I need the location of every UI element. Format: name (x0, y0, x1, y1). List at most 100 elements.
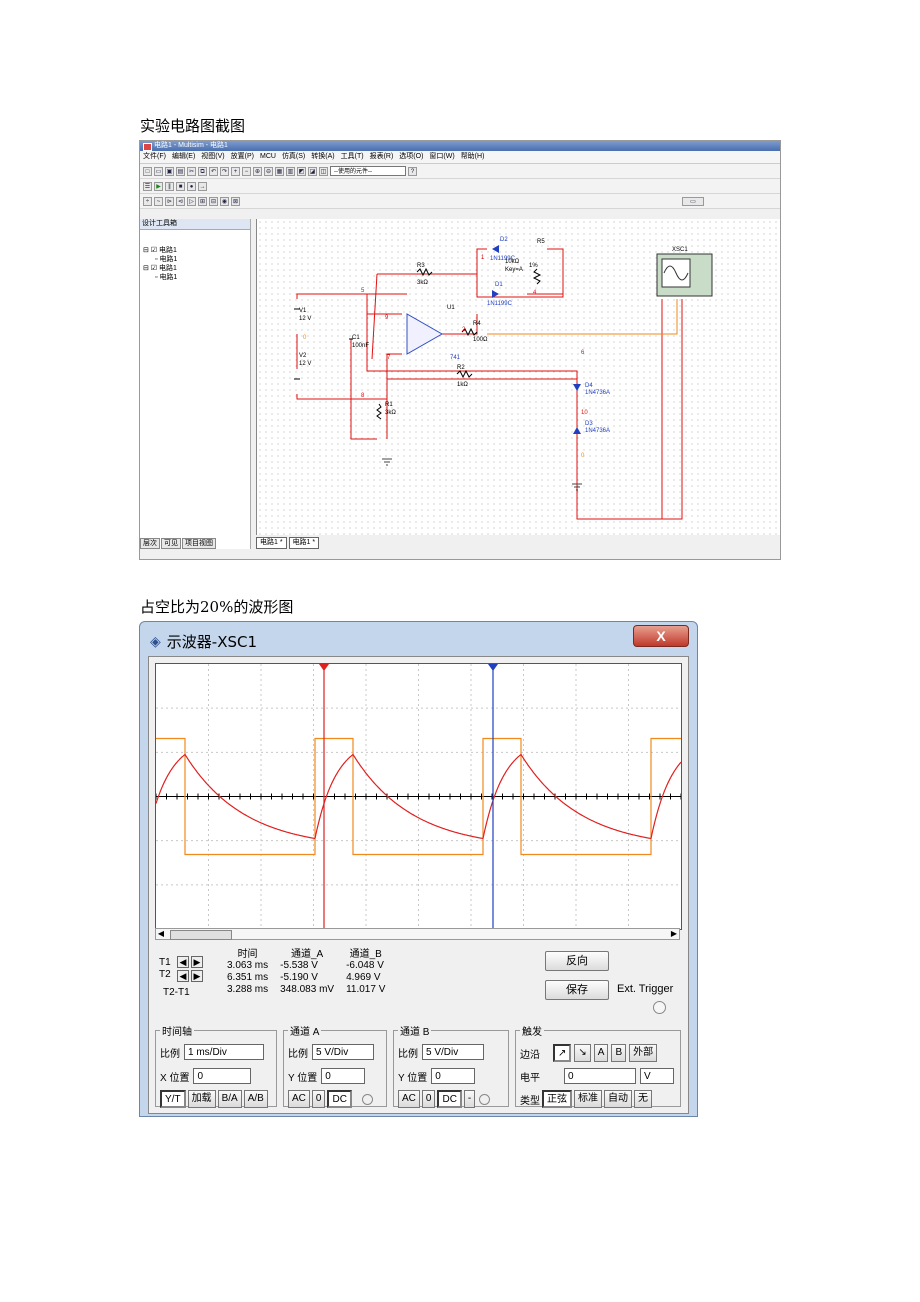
menu-item[interactable]: 放置(P) (231, 151, 254, 163)
trigger-a-button[interactable]: A (593, 1044, 609, 1062)
close-button[interactable]: X (633, 625, 689, 647)
scope-screen[interactable] (155, 663, 682, 930)
save-button[interactable]: 保存 (545, 980, 609, 1000)
component-icon[interactable]: ◫ (319, 166, 328, 176)
menu-item[interactable]: 文件(F) (143, 151, 166, 163)
tree-item-child[interactable]: ▫ 电路1 (143, 255, 250, 264)
menu-item[interactable]: 帮助(H) (461, 151, 485, 163)
zoom-out-icon[interactable]: − (242, 166, 251, 176)
open-icon[interactable]: ▭ (154, 166, 163, 176)
menu-item[interactable]: 视图(V) (201, 151, 224, 163)
x-position-field[interactable]: 0 (193, 1068, 252, 1084)
run-icon[interactable]: ▶ (154, 181, 163, 191)
scope-xsc1[interactable] (656, 253, 713, 297)
cut-icon[interactable]: ✂ (187, 166, 196, 176)
tree-item-root-2[interactable]: ⊟ ☑ 电路1 (143, 264, 250, 273)
grid-icon[interactable]: ▦ (275, 166, 284, 176)
analog-icon[interactable]: ▷ (187, 196, 196, 206)
menu-item[interactable]: 报表(R) (370, 151, 394, 163)
channel-b-zero-button[interactable]: 0 (421, 1090, 436, 1108)
spreadsheet-icon[interactable]: ▥ (286, 166, 295, 176)
channel-b-terminal-icon[interactable] (479, 1093, 491, 1105)
channel-a-ac-button[interactable]: AC (288, 1090, 310, 1108)
undo-icon[interactable]: ↶ (209, 166, 218, 176)
trigger-b-button[interactable]: B (611, 1044, 627, 1062)
channel-b-minus-button[interactable]: - (463, 1090, 476, 1108)
tab-circuit-1[interactable]: 电路1 * (256, 537, 287, 549)
reverse-button[interactable]: 反向 (545, 951, 609, 971)
zoom-area-icon[interactable]: ⊕ (253, 166, 262, 176)
save-icon[interactable]: ▣ (165, 166, 174, 176)
channel-b-dc-button[interactable]: DC (437, 1090, 462, 1108)
t1-right-button[interactable]: ▶ (191, 956, 203, 968)
trigger-level-field[interactable]: 0 (564, 1068, 636, 1084)
print-icon[interactable]: ▤ (176, 166, 185, 176)
postprocessor-icon[interactable]: ◪ (308, 166, 317, 176)
trigger-none-button[interactable]: 无 (634, 1090, 652, 1108)
menu-item[interactable]: 转换(A) (311, 151, 334, 163)
redo-icon[interactable]: ↷ (220, 166, 229, 176)
tab-visibility[interactable]: 可见 (161, 538, 181, 549)
channel-b-ypos-field[interactable]: 0 (431, 1068, 476, 1084)
opamp-symbol[interactable] (406, 313, 444, 355)
menu-item[interactable]: MCU (260, 151, 276, 163)
cmos-icon[interactable]: ⊟ (209, 196, 218, 206)
tab-project-view[interactable]: 项目视图 (182, 538, 216, 549)
instrument-icon[interactable]: ▭ (682, 196, 704, 206)
tree-item-child-2[interactable]: ▫ 电路1 (143, 273, 250, 282)
menu-item[interactable]: 选项(O) (399, 151, 423, 163)
component-combo[interactable]: --使用的元件-- (330, 166, 406, 176)
source-icon[interactable]: ÷ (143, 196, 152, 206)
t1-left-button[interactable]: ◀ (177, 956, 189, 968)
channel-a-zero-button[interactable]: 0 (311, 1090, 326, 1108)
trigger-external-button[interactable]: 外部 (629, 1044, 658, 1062)
ext-trigger-terminal[interactable] (653, 1001, 666, 1014)
scroll-left-icon[interactable]: ◀ (156, 929, 166, 939)
copy-icon[interactable]: ⧉ (198, 166, 207, 176)
t2-right-button[interactable]: ▶ (191, 970, 203, 982)
stop-icon[interactable]: ■ (176, 181, 185, 191)
trigger-level-unit[interactable]: V (640, 1068, 674, 1084)
mode-ab-button[interactable]: A/B (243, 1090, 268, 1108)
r2-symbol[interactable] (456, 369, 473, 379)
r1-symbol[interactable] (376, 403, 382, 420)
menu-item[interactable]: 窗口(W) (429, 151, 454, 163)
misc-icon[interactable]: ⊠ (231, 196, 240, 206)
menu-item[interactable]: 编辑(E) (172, 151, 195, 163)
timebase-scale-field[interactable]: 1 ms/Div (184, 1044, 264, 1060)
t2-left-button[interactable]: ◀ (177, 970, 189, 982)
transistor-icon[interactable]: ⊲ (176, 196, 185, 206)
indicator-icon[interactable]: ◉ (220, 196, 229, 206)
trigger-sine-button[interactable]: 正弦 (542, 1090, 572, 1108)
diode-icon[interactable]: ⊳ (165, 196, 174, 206)
mode-ba-button[interactable]: B/A (217, 1090, 242, 1108)
r5-symbol[interactable] (532, 268, 542, 285)
mode-add-button[interactable]: 加载 (187, 1090, 216, 1108)
probe-icon[interactable]: ● (187, 181, 196, 191)
channel-a-dc-button[interactable]: DC (327, 1090, 352, 1108)
channel-a-ypos-field[interactable]: 0 (321, 1068, 366, 1084)
d3-symbol[interactable] (573, 427, 581, 434)
graph-icon[interactable]: ◩ (297, 166, 306, 176)
help-icon[interactable]: ? (408, 166, 417, 176)
menu-item[interactable]: 仿真(S) (282, 151, 305, 163)
tab-hierarchy[interactable]: 层次 (140, 538, 160, 549)
ttl-icon[interactable]: ⊞ (198, 196, 207, 206)
tab-circuit-2[interactable]: 电路1 * (288, 537, 320, 549)
resistor-icon[interactable]: ~ (154, 196, 163, 206)
scroll-thumb[interactable] (170, 930, 232, 940)
d4-symbol[interactable] (573, 384, 581, 391)
channel-b-scale-field[interactable]: 5 V/Div (422, 1044, 484, 1060)
falling-edge-button[interactable]: ↘ (574, 1044, 591, 1062)
pause-icon[interactable]: ∥ (165, 181, 174, 191)
schematic-canvas[interactable]: V1 12 V V2 12 V C1 100nF R1 3kΩ R2 1kΩ R… (256, 219, 780, 535)
rising-edge-button[interactable]: ↗ (553, 1044, 572, 1062)
tree-item-root[interactable]: ⊟ ☑ 电路1 (143, 246, 250, 255)
channel-a-scale-field[interactable]: 5 V/Div (312, 1044, 374, 1060)
trigger-normal-button[interactable]: 标准 (574, 1090, 602, 1108)
zoom-in-icon[interactable]: + (231, 166, 240, 176)
cursor-t2-handle[interactable] (488, 664, 498, 671)
cursor-t1-handle[interactable] (319, 664, 329, 671)
channel-a-terminal-icon[interactable] (361, 1093, 373, 1105)
menu-item[interactable]: 工具(T) (341, 151, 364, 163)
